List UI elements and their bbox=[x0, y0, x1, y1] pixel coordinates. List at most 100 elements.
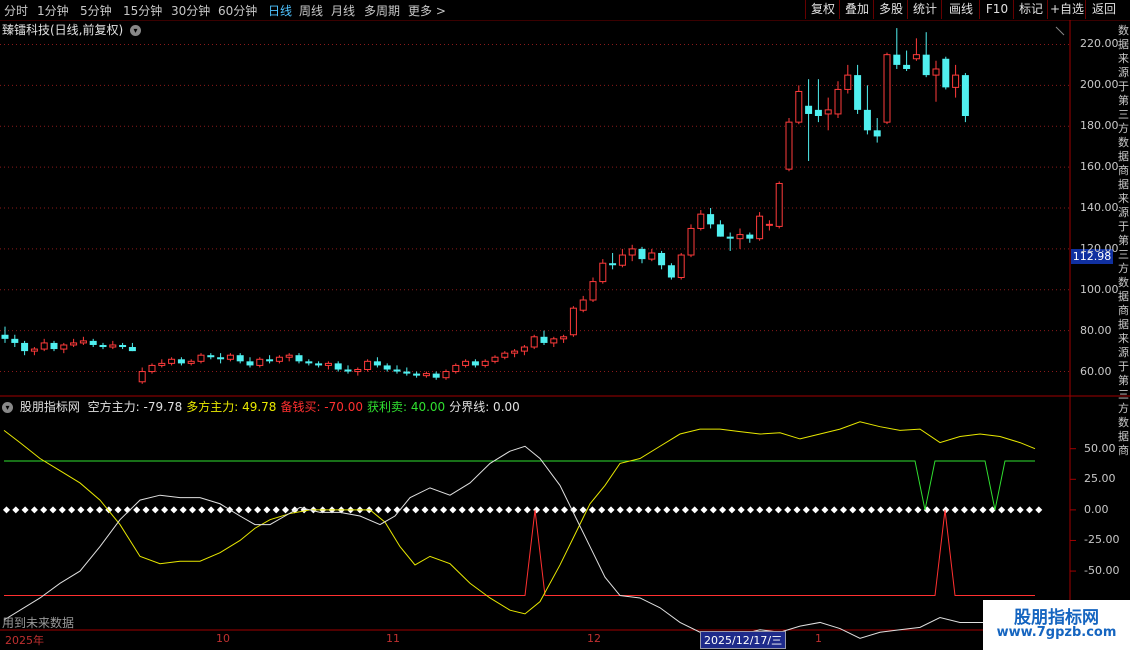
zero-dot bbox=[226, 506, 234, 514]
x-label-nov: 11 bbox=[386, 632, 400, 645]
zero-dot bbox=[942, 506, 950, 514]
candle-body bbox=[550, 338, 558, 344]
period-toolbar: 分时 1分钟 5分钟 15分钟 30分钟 60分钟 日线 周线 月线 多周期 更… bbox=[0, 0, 1130, 21]
zero-dot bbox=[254, 506, 262, 514]
price-axis-label: 120.00 bbox=[1080, 241, 1119, 255]
zero-dot bbox=[263, 506, 271, 514]
period-tab-more[interactable]: 更多 > bbox=[408, 2, 446, 19]
zero-dot bbox=[895, 506, 903, 514]
zero-dot bbox=[914, 506, 922, 514]
zero-dot bbox=[756, 506, 764, 514]
zero-dot bbox=[644, 506, 652, 514]
zero-dot bbox=[523, 506, 531, 514]
zero-dot bbox=[988, 506, 996, 514]
adjust-button[interactable]: 复权 bbox=[805, 0, 840, 19]
zero-dot bbox=[384, 506, 392, 514]
zero-dot bbox=[839, 506, 848, 514]
zero-dot bbox=[365, 506, 373, 514]
zero-dot bbox=[700, 506, 708, 514]
zero-dot bbox=[923, 506, 931, 514]
period-tab-multi[interactable]: 多周期 bbox=[364, 2, 400, 19]
price-axis-label: 80.00 bbox=[1080, 323, 1112, 337]
chevron-down-icon[interactable]: ▾ bbox=[2, 402, 13, 413]
zero-dot bbox=[812, 506, 820, 514]
f10-button[interactable]: F10 bbox=[979, 0, 1014, 19]
zero-dot bbox=[393, 506, 401, 514]
indicator-axis-label: 0.00 bbox=[1084, 502, 1109, 516]
mark-button[interactable]: 标记 bbox=[1013, 0, 1048, 19]
period-tab-weekly[interactable]: 周线 bbox=[299, 2, 323, 19]
candle-body bbox=[462, 360, 470, 366]
candle-body bbox=[942, 58, 950, 88]
draw-line-button[interactable]: 画线 bbox=[941, 0, 980, 19]
zero-dot bbox=[21, 506, 29, 514]
zero-dot bbox=[932, 506, 941, 514]
candle-body bbox=[187, 360, 195, 364]
zero-dot bbox=[830, 506, 838, 514]
candle-body bbox=[256, 358, 264, 366]
zero-dot bbox=[430, 506, 438, 514]
candle-body bbox=[432, 373, 440, 378]
candle-body bbox=[932, 68, 940, 76]
source-disclaimer: 数据来源于第三方数据商据来源于第三方数据商据来源于第三方数据商 bbox=[1118, 24, 1129, 457]
candle-body bbox=[756, 215, 764, 240]
zero-dot bbox=[542, 506, 550, 514]
zero-dot bbox=[170, 506, 178, 514]
candle-body bbox=[266, 359, 274, 362]
price-axis-label: 60.00 bbox=[1080, 364, 1112, 378]
period-tab-timeshare[interactable]: 分时 bbox=[4, 2, 28, 19]
zero-dot bbox=[216, 506, 224, 514]
candle-body bbox=[236, 355, 244, 362]
candle-body bbox=[687, 227, 695, 256]
sell-line bbox=[4, 460, 1035, 510]
candle-body bbox=[609, 263, 617, 266]
indicator-value: 空方主力: -79.78 bbox=[87, 400, 183, 414]
zero-dot bbox=[49, 506, 57, 514]
period-tab-monthly[interactable]: 月线 bbox=[331, 2, 355, 19]
zero-dot bbox=[2, 506, 11, 514]
candle-body bbox=[79, 340, 87, 344]
zero-dot bbox=[728, 506, 736, 514]
period-tab-5min[interactable]: 5分钟 bbox=[80, 2, 112, 19]
candle-body bbox=[697, 213, 705, 229]
zero-dot bbox=[319, 506, 327, 514]
add-watchlist-button[interactable]: +自选 bbox=[1047, 0, 1086, 19]
period-tab-15min[interactable]: 15分钟 bbox=[123, 2, 162, 19]
candle-body bbox=[736, 234, 744, 240]
multi-stock-button[interactable]: 多股 bbox=[873, 0, 908, 19]
back-button[interactable]: 返回 bbox=[1085, 0, 1122, 19]
candle-body bbox=[295, 355, 303, 362]
indicator-title: ▾ 股朋指标网 空方主力: -79.78 多方主力: 49.78 备钱买: -70.… bbox=[2, 398, 528, 415]
candle-body bbox=[413, 373, 421, 376]
candle-body bbox=[158, 362, 166, 366]
overlay-button[interactable]: 叠加 bbox=[839, 0, 874, 19]
indicator-axis-label: -50.00 bbox=[1084, 564, 1120, 578]
candle-body bbox=[707, 214, 715, 225]
period-tab-30min[interactable]: 30分钟 bbox=[171, 2, 210, 19]
candle-body bbox=[716, 224, 724, 237]
candle-body bbox=[824, 109, 832, 115]
candle-body bbox=[599, 262, 607, 283]
zero-dot bbox=[449, 506, 457, 514]
zero-dot bbox=[867, 506, 875, 514]
candle-body bbox=[403, 371, 411, 374]
candle-body bbox=[138, 371, 146, 383]
candle-body bbox=[746, 234, 754, 239]
zero-dot bbox=[328, 506, 336, 514]
zero-dot bbox=[551, 506, 559, 514]
candle-body bbox=[530, 336, 538, 348]
candle-body bbox=[863, 109, 871, 131]
period-tab-60min[interactable]: 60分钟 bbox=[218, 2, 257, 19]
candle-body bbox=[11, 338, 19, 343]
stats-button[interactable]: 统计 bbox=[907, 0, 942, 19]
zero-dot bbox=[886, 506, 894, 514]
candle-body bbox=[805, 105, 813, 114]
period-tab-daily[interactable]: 日线 bbox=[268, 2, 292, 19]
chevron-down-icon[interactable]: ▾ bbox=[130, 25, 142, 36]
candle-body bbox=[334, 363, 342, 370]
kline-chart[interactable] bbox=[0, 0, 1130, 650]
candle-body bbox=[903, 64, 911, 69]
candle-body bbox=[873, 130, 881, 137]
candle-body bbox=[177, 359, 185, 364]
period-tab-1min[interactable]: 1分钟 bbox=[37, 2, 69, 19]
